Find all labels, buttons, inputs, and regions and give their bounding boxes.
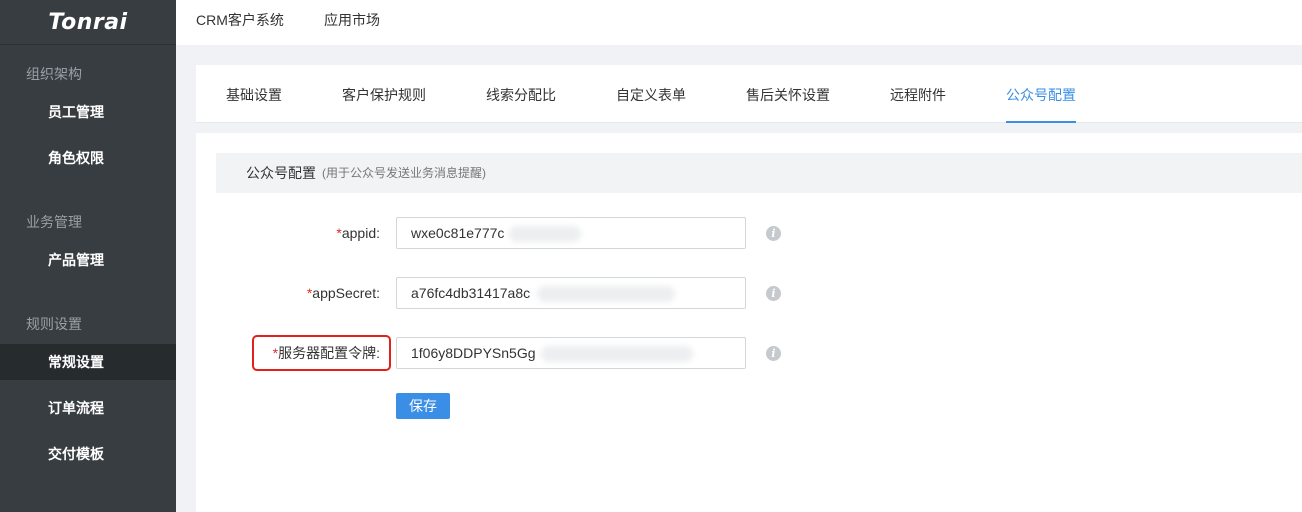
sidebar-item-roles[interactable]: 角色权限 [0, 140, 176, 176]
topnav-app-market[interactable]: 应用市场 [324, 0, 380, 45]
section-header: 公众号配置 (用于公众号发送业务消息提醒) [216, 153, 1302, 193]
appsecret-input[interactable]: a76fc4db31417a8c [396, 277, 746, 309]
token-label: *服务器配置令牌: [200, 337, 380, 369]
appsecret-label: *appSecret: [200, 277, 380, 309]
tab-wechat-config-label: 公众号配置 [1006, 87, 1076, 103]
save-button[interactable]: 保存 [396, 393, 450, 419]
info-icon[interactable]: i [766, 346, 781, 361]
tab-basic-settings[interactable]: 基础设置 [226, 65, 282, 123]
appid-label-text: appid: [341, 225, 380, 241]
redaction-blur [541, 346, 693, 362]
appsecret-value: a76fc4db31417a8c [411, 285, 531, 301]
tab-wechat-config[interactable]: 公众号配置 [1006, 65, 1076, 123]
appsecret-label-text: appSecret: [312, 285, 380, 301]
tab-customer-protection[interactable]: 客户保护规则 [342, 65, 426, 123]
sidebar-item-order-flow[interactable]: 订单流程 [0, 390, 176, 426]
logo[interactable]: Tonrai [0, 0, 176, 45]
redaction-blur [537, 286, 675, 302]
sidebar-group-rules: 规则设置 [26, 316, 82, 332]
appid-label: *appid: [200, 217, 380, 249]
active-tab-indicator [1006, 121, 1076, 123]
sidebar-item-products[interactable]: 产品管理 [0, 242, 176, 278]
config-panel: 公众号配置 (用于公众号发送业务消息提醒) *appid: wxe0c81e77… [196, 133, 1302, 512]
appid-input[interactable]: wxe0c81e777c [396, 217, 746, 249]
top-navbar: CRM客户系统 应用市场 [176, 0, 1302, 45]
section-subtitle: (用于公众号发送业务消息提醒) [322, 166, 486, 180]
section-title: 公众号配置 [246, 165, 316, 181]
sidebar-group-business: 业务管理 [26, 214, 82, 230]
token-label-text: 服务器配置令牌: [278, 345, 380, 361]
tab-lead-allocation[interactable]: 线索分配比 [486, 65, 556, 123]
settings-tabs: 基础设置 客户保护规则 线索分配比 自定义表单 售后关怀设置 远程附件 公众号配… [196, 65, 1302, 123]
sidebar-item-general-settings[interactable]: 常规设置 [0, 344, 176, 380]
token-value: 1f06y8DDPYSn5Gg [411, 345, 536, 361]
logo-text: Tonrai [48, 9, 128, 35]
tab-custom-form[interactable]: 自定义表单 [616, 65, 686, 123]
info-icon[interactable]: i [766, 286, 781, 301]
redaction-blur [509, 226, 581, 242]
appid-value: wxe0c81e777c [411, 225, 505, 241]
info-icon[interactable]: i [766, 226, 781, 241]
token-input[interactable]: 1f06y8DDPYSn5Gg [396, 337, 746, 369]
sidebar-item-delivery-template[interactable]: 交付模板 [0, 436, 176, 472]
sidebar: Tonrai 组织架构 员工管理 角色权限 业务管理 产品管理 规则设置 常规设… [0, 0, 176, 512]
sidebar-group-org: 组织架构 [26, 66, 82, 82]
tab-remote-attachment[interactable]: 远程附件 [890, 65, 946, 123]
topnav-crm[interactable]: CRM客户系统 [196, 0, 284, 45]
sidebar-item-staff[interactable]: 员工管理 [0, 94, 176, 130]
tab-after-sales-care[interactable]: 售后关怀设置 [746, 65, 830, 123]
